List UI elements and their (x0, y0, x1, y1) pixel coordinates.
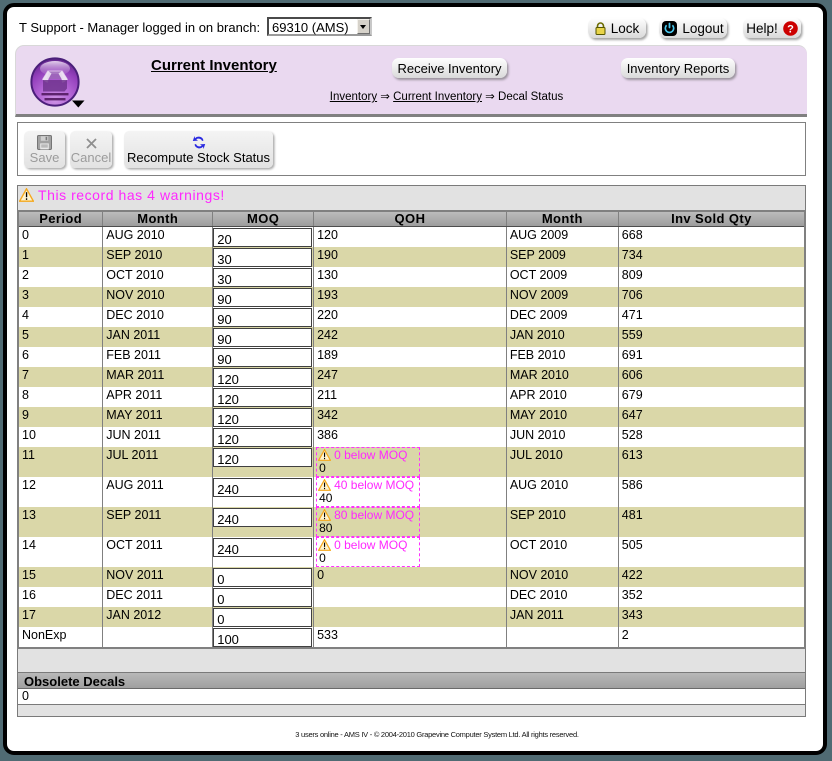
svg-text:?: ? (787, 23, 794, 35)
